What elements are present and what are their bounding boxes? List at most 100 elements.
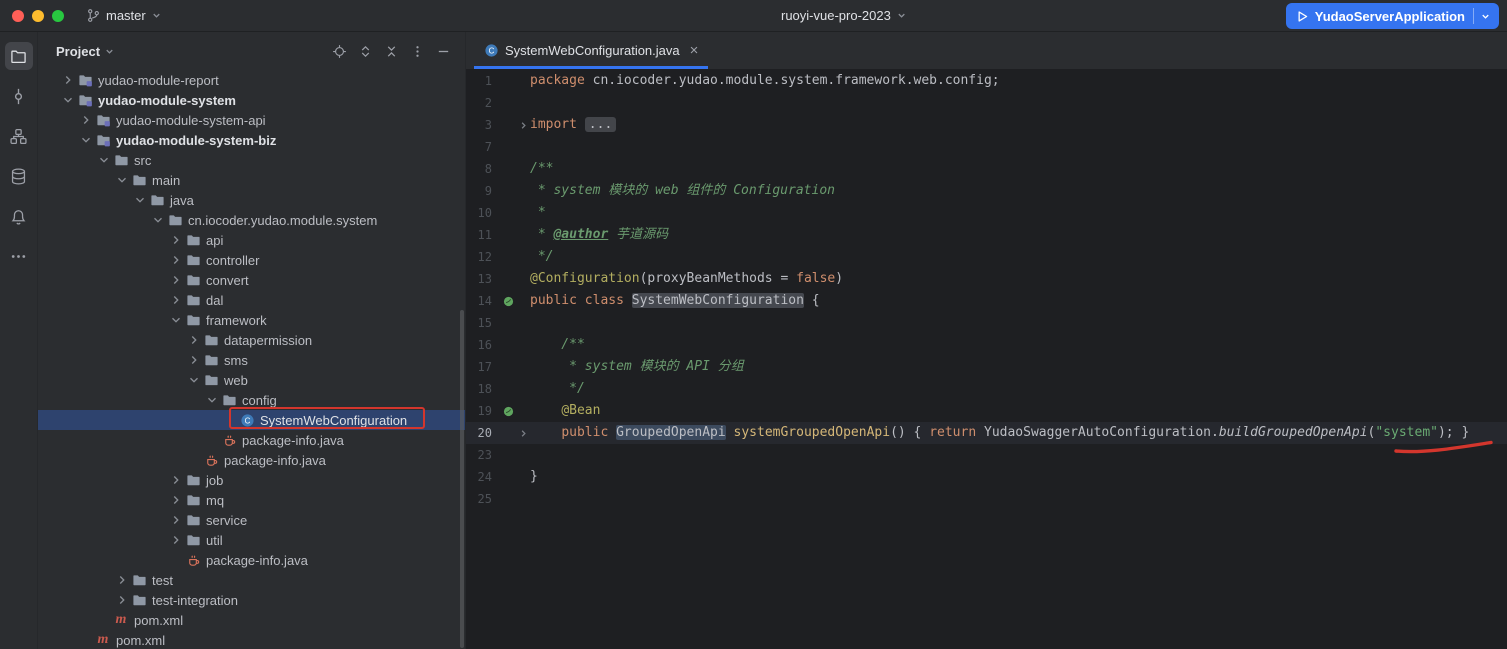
tree-item-yudao-module-system-biz[interactable]: yudao-module-system-biz bbox=[38, 130, 465, 150]
tree-item-pom-xml[interactable]: mpom.xml bbox=[38, 630, 465, 649]
project-scrollbar[interactable] bbox=[460, 310, 464, 648]
chevron-down-icon[interactable] bbox=[186, 372, 202, 388]
code-line-14[interactable]: 14public class SystemWebConfiguration { bbox=[466, 290, 1507, 312]
tree-item-main[interactable]: main bbox=[38, 170, 465, 190]
close-tab-icon[interactable]: × bbox=[690, 43, 699, 58]
fullscreen-window-button[interactable] bbox=[52, 10, 64, 22]
chevron-right-icon[interactable] bbox=[186, 352, 202, 368]
tree-item-api[interactable]: api bbox=[38, 230, 465, 250]
hide-icon[interactable] bbox=[431, 39, 455, 63]
code-line-16[interactable]: 16 /** bbox=[466, 334, 1507, 356]
tree-item-yudao-module-system[interactable]: yudao-module-system bbox=[38, 90, 465, 110]
window-title-widget[interactable]: ruoyi-vue-pro-2023 bbox=[781, 8, 907, 23]
code-line-23[interactable]: 23 bbox=[466, 444, 1507, 466]
more-icon[interactable] bbox=[5, 242, 33, 270]
tree-item-datapermission[interactable]: datapermission bbox=[38, 330, 465, 350]
chevron-down-icon[interactable] bbox=[204, 392, 220, 408]
structure-icon[interactable] bbox=[5, 122, 33, 150]
chevron-right-icon[interactable] bbox=[168, 272, 184, 288]
locate-icon[interactable] bbox=[327, 39, 351, 63]
tree-item-systemwebconfiguration[interactable]: CSystemWebConfiguration bbox=[38, 410, 465, 430]
code-line-10[interactable]: 10 * bbox=[466, 202, 1507, 224]
spring-bean-gutter-icon[interactable] bbox=[500, 290, 516, 312]
code-editor[interactable]: 1package cn.iocoder.yudao.module.system.… bbox=[466, 70, 1507, 649]
tree-item-controller[interactable]: controller bbox=[38, 250, 465, 270]
minimize-window-button[interactable] bbox=[32, 10, 44, 22]
tree-item-config[interactable]: config bbox=[38, 390, 465, 410]
tree-item-util[interactable]: util bbox=[38, 530, 465, 550]
chevron-down-icon[interactable] bbox=[168, 312, 184, 328]
fold-marker-icon[interactable] bbox=[516, 422, 530, 444]
chevron-down-icon[interactable] bbox=[96, 152, 112, 168]
tree-item-test[interactable]: test bbox=[38, 570, 465, 590]
project-folder-icon[interactable] bbox=[5, 42, 33, 70]
close-window-button[interactable] bbox=[12, 10, 24, 22]
chevron-down-icon[interactable] bbox=[114, 172, 130, 188]
expand-all-icon[interactable] bbox=[353, 39, 377, 63]
tree-item-service[interactable]: service bbox=[38, 510, 465, 530]
chevron-right-icon[interactable] bbox=[168, 252, 184, 268]
code-line-15[interactable]: 15 bbox=[466, 312, 1507, 334]
project-panel-title[interactable]: Project bbox=[56, 44, 115, 59]
tree-item-cn-iocoder-yudao-module-system[interactable]: cn.iocoder.yudao.module.system bbox=[38, 210, 465, 230]
spring-bean-gutter-icon[interactable] bbox=[500, 400, 516, 422]
fold-marker-icon[interactable] bbox=[516, 114, 530, 136]
chevron-right-icon[interactable] bbox=[78, 112, 94, 128]
code-line-3[interactable]: 3import ... bbox=[466, 114, 1507, 136]
editor-tab-systemwebconfiguration[interactable]: C SystemWebConfiguration.java × bbox=[474, 32, 708, 69]
options-icon[interactable] bbox=[405, 39, 429, 63]
line-number: 20 bbox=[466, 422, 500, 444]
tree-item-mq[interactable]: mq bbox=[38, 490, 465, 510]
chevron-down-icon[interactable] bbox=[78, 132, 94, 148]
tree-item-pom-xml[interactable]: mpom.xml bbox=[38, 610, 465, 630]
tree-item-sms[interactable]: sms bbox=[38, 350, 465, 370]
commit-icon[interactable] bbox=[5, 82, 33, 110]
tree-item-java[interactable]: java bbox=[38, 190, 465, 210]
chevron-right-icon[interactable] bbox=[186, 332, 202, 348]
code-line-11[interactable]: 11 * @author 芋道源码 bbox=[466, 224, 1507, 246]
code-line-19[interactable]: 19 @Bean bbox=[466, 400, 1507, 422]
chevron-down-icon[interactable] bbox=[60, 92, 76, 108]
notifications-icon[interactable] bbox=[5, 202, 33, 230]
tree-item-package-info-java[interactable]: package-info.java bbox=[38, 550, 465, 570]
tree-item-package-info-java[interactable]: package-info.java bbox=[38, 430, 465, 450]
code-line-1[interactable]: 1package cn.iocoder.yudao.module.system.… bbox=[466, 70, 1507, 92]
chevron-right-icon[interactable] bbox=[114, 592, 130, 608]
chevron-right-icon[interactable] bbox=[168, 232, 184, 248]
tree-item-test-integration[interactable]: test-integration bbox=[38, 590, 465, 610]
tree-item-src[interactable]: src bbox=[38, 150, 465, 170]
code-line-9[interactable]: 9 * system 模块的 web 组件的 Configuration bbox=[466, 180, 1507, 202]
chevron-right-icon[interactable] bbox=[168, 492, 184, 508]
chevron-right-icon[interactable] bbox=[168, 532, 184, 548]
code-line-7[interactable]: 7 bbox=[466, 136, 1507, 158]
git-branch-widget[interactable]: master bbox=[78, 5, 170, 26]
tree-item-package-info-java[interactable]: package-info.java bbox=[38, 450, 465, 470]
tree-item-yudao-module-system-api[interactable]: yudao-module-system-api bbox=[38, 110, 465, 130]
code-line-13[interactable]: 13@Configuration(proxyBeanMethods = fals… bbox=[466, 268, 1507, 290]
chevron-right-icon[interactable] bbox=[168, 292, 184, 308]
code-line-2[interactable]: 2 bbox=[466, 92, 1507, 114]
chevron-down-icon[interactable] bbox=[150, 212, 166, 228]
code-line-18[interactable]: 18 */ bbox=[466, 378, 1507, 400]
tree-item-dal[interactable]: dal bbox=[38, 290, 465, 310]
chevron-down-icon[interactable] bbox=[132, 192, 148, 208]
code-line-12[interactable]: 12 */ bbox=[466, 246, 1507, 268]
tree-item-web[interactable]: web bbox=[38, 370, 465, 390]
database-icon[interactable] bbox=[5, 162, 33, 190]
chevron-right-icon[interactable] bbox=[168, 512, 184, 528]
code-line-8[interactable]: 8/** bbox=[466, 158, 1507, 180]
tree-item-framework[interactable]: framework bbox=[38, 310, 465, 330]
chevron-right-icon[interactable] bbox=[168, 472, 184, 488]
code-line-20[interactable]: 20 public GroupedOpenApi systemGroupedOp… bbox=[466, 422, 1507, 444]
chevron-right-icon[interactable] bbox=[114, 572, 130, 588]
collapse-all-icon[interactable] bbox=[379, 39, 403, 63]
chevron-right-icon[interactable] bbox=[60, 72, 76, 88]
code-line-24[interactable]: 24} bbox=[466, 466, 1507, 488]
tree-item-yudao-module-report[interactable]: yudao-module-report bbox=[38, 70, 465, 90]
code-line-25[interactable]: 25 bbox=[466, 488, 1507, 510]
code-line-17[interactable]: 17 * system 模块的 API 分组 bbox=[466, 356, 1507, 378]
tree-item-convert[interactable]: convert bbox=[38, 270, 465, 290]
chevron-down-icon[interactable] bbox=[1480, 11, 1491, 22]
tree-item-job[interactable]: job bbox=[38, 470, 465, 490]
run-configuration-button[interactable]: YudaoServerApplication bbox=[1286, 3, 1499, 29]
